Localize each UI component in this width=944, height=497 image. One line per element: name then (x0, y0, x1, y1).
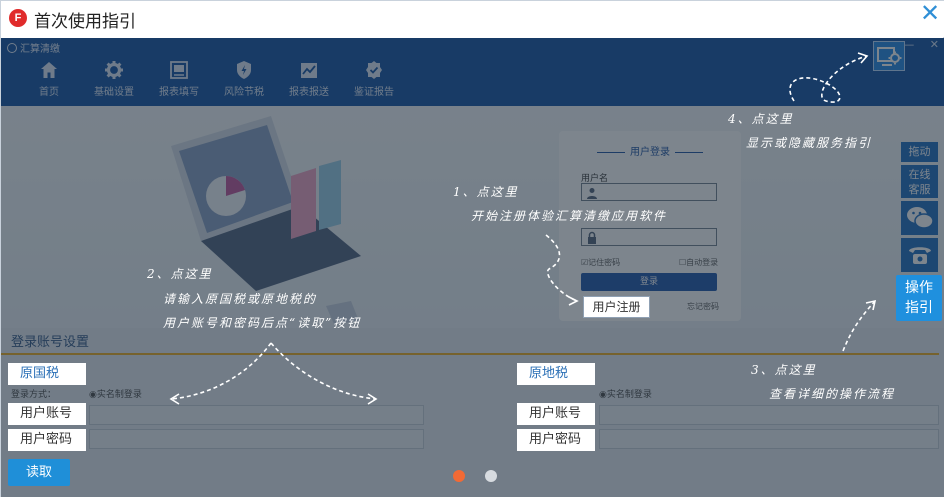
step2-title: 2、点这里 (147, 267, 213, 281)
read-button[interactable]: 读取 (8, 459, 70, 486)
login-mode-option-right[interactable]: ◉实名制登录 (599, 387, 652, 400)
step3-text: 查看详细的操作流程 (769, 387, 896, 401)
app-name-label: 汇算清缴 (20, 44, 60, 55)
app-screenshot: 汇算清缴 — ✕ 首页 基础设置 报表填写 风险节税 报表报送 鉴证报告 用户登… (1, 38, 944, 497)
online-service-label-1: 在线 (908, 168, 931, 181)
nav-risk-tax[interactable]: 风险节税 (211, 58, 277, 102)
national-tax-tab[interactable]: 原国税 (8, 363, 86, 385)
home-icon (41, 62, 57, 78)
window-close-icon[interactable]: ✕ (930, 38, 939, 51)
auto-login-checkbox[interactable]: ☐自动登录 (679, 257, 718, 268)
remember-password-checkbox[interactable]: ☑记住密码 (581, 257, 620, 268)
section-divider (1, 353, 939, 355)
account-settings-title: 登录账号设置 (11, 335, 90, 350)
national-tax-password-label: 用户密码 (8, 429, 86, 451)
shield-icon (237, 61, 251, 79)
username-input[interactable] (581, 183, 717, 201)
nav-report-submit-label: 报表报送 (289, 87, 329, 98)
nav-home[interactable]: 首页 (16, 58, 82, 102)
nav-report-fill-label: 报表填写 (159, 87, 199, 98)
local-tax-password-input[interactable] (599, 429, 939, 449)
phone-icon (908, 247, 931, 264)
app-header: 汇算清缴 — ✕ 首页 基础设置 报表填写 风险节税 报表报送 鉴证报告 (1, 38, 944, 106)
local-tax-password-label: 用户密码 (517, 429, 595, 451)
wechat-icon (906, 207, 934, 229)
forgot-password-link[interactable]: 忘记密码 (687, 301, 719, 312)
login-title: 用户登录 (559, 143, 741, 158)
online-service-button[interactable]: 在线 客服 (901, 165, 938, 198)
user-icon (587, 188, 597, 199)
pager-dot-2[interactable] (485, 470, 497, 482)
nav-risk-tax-label: 风险节税 (224, 87, 264, 98)
online-service-label-2: 客服 (908, 183, 931, 196)
close-icon[interactable]: ✕ (919, 1, 941, 25)
step1-title: 1、点这里 (453, 185, 519, 199)
settings-monitor-icon (877, 47, 902, 66)
guide-window: F 首次使用指引 ✕ 汇算清缴 — ✕ 首页 基础设置 报表填写 风险节税 报表… (0, 0, 944, 497)
nav-report-submit[interactable]: 报表报送 (276, 58, 342, 102)
nav-report-fill[interactable]: 报表填写 (146, 58, 212, 102)
phone-button[interactable] (901, 238, 938, 272)
step1-text: 开始注册体验汇算清缴应用软件 (471, 209, 668, 223)
login-mode-label-left: 登录方式： (11, 390, 57, 400)
login-card: 用户登录 用户名 ☑记住密码 ☐自动登录 登录 忘记密码 (559, 131, 741, 321)
app-logo-icon: F (9, 9, 27, 27)
national-tax-username-input[interactable] (89, 405, 424, 425)
operation-guide-button[interactable]: 操作 指引 (896, 275, 942, 321)
national-tax-password-input[interactable] (89, 429, 424, 449)
step2-line1: 请输入原国税或原地税的 (163, 292, 318, 306)
password-input[interactable] (581, 228, 717, 246)
badge-icon (366, 61, 382, 79)
chart-upload-icon (301, 63, 317, 78)
drag-handle[interactable]: 拖动 (901, 142, 938, 162)
app-name: 汇算清缴 (7, 40, 60, 55)
nav-audit-report[interactable]: 鉴证报告 (341, 58, 407, 102)
step2-line2: 用户账号和密码后点“读取”按钮 (163, 316, 362, 330)
login-mode-option-left[interactable]: ◉实名制登录 (89, 387, 142, 400)
register-button[interactable]: 用户注册 (583, 296, 650, 318)
step3-title: 3、点这里 (751, 363, 817, 377)
national-tax-username-label: 用户账号 (8, 403, 86, 425)
login-button[interactable]: 登录 (581, 273, 717, 291)
guide-title: 首次使用指引 (34, 12, 136, 32)
report-fill-icon (170, 61, 188, 79)
step4-text: 显示或隐藏服务指引 (746, 136, 873, 150)
guide-titlebar: F 首次使用指引 ✕ (1, 1, 944, 37)
operation-guide-label-2: 指引 (905, 300, 933, 316)
pager-dot-1[interactable] (453, 470, 465, 482)
account-settings-panel: 登录账号设置 登录方式： ◉实名制登录 ◉实名制登录 (1, 328, 944, 497)
operation-guide-label-1: 操作 (905, 280, 933, 296)
step4-title: 4、点这里 (728, 112, 794, 126)
app-logo-small-icon (7, 43, 17, 53)
gear-icon (105, 61, 123, 79)
nav-basic-settings-label: 基础设置 (94, 87, 134, 98)
nav-audit-report-label: 鉴证报告 (354, 87, 394, 98)
toggle-guide-button[interactable] (873, 41, 905, 71)
local-tax-username-label: 用户账号 (517, 403, 595, 425)
nav-basic-settings[interactable]: 基础设置 (81, 58, 147, 102)
local-tax-tab[interactable]: 原地税 (517, 363, 595, 385)
wechat-button[interactable] (901, 201, 938, 235)
local-tax-username-input[interactable] (599, 405, 939, 425)
nav-home-label: 首页 (39, 87, 59, 98)
lock-icon (588, 231, 596, 244)
